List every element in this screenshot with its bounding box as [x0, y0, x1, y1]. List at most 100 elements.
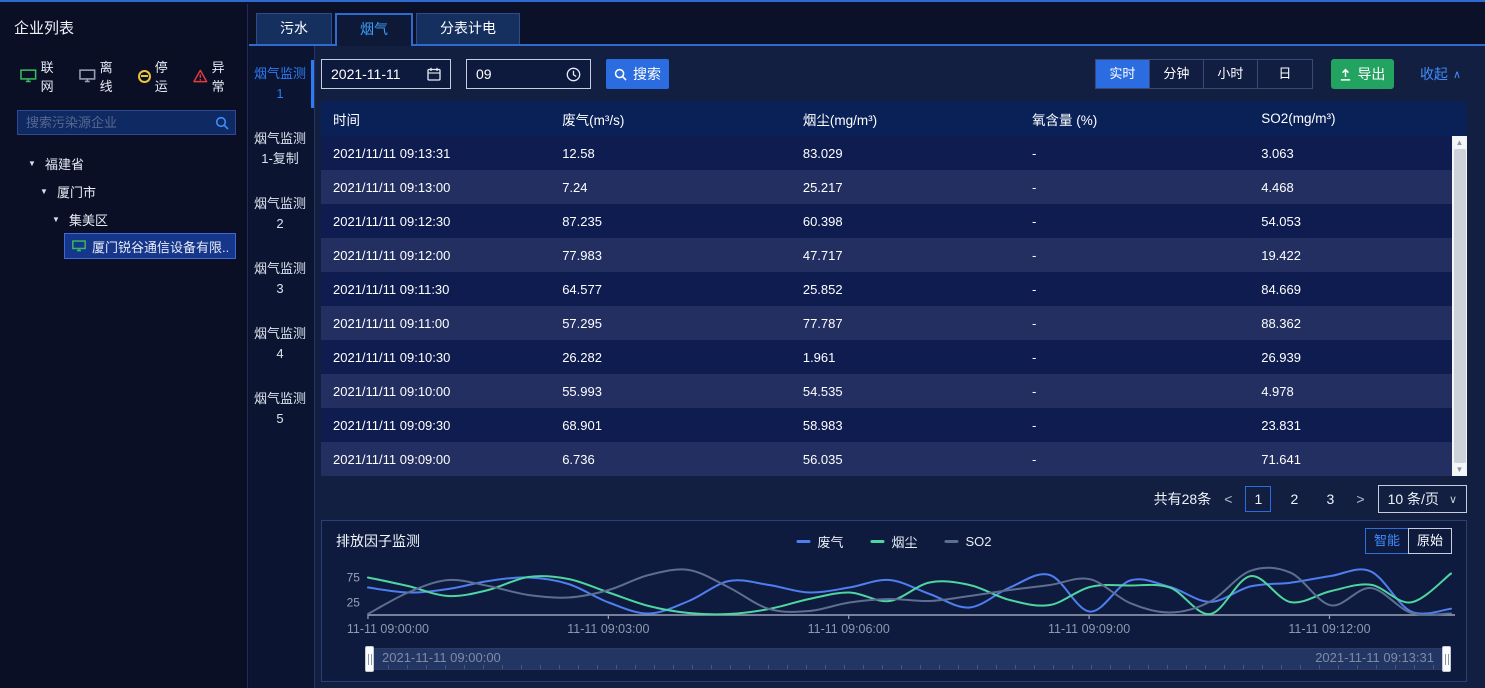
- legend-item[interactable]: SO2: [945, 534, 992, 549]
- chevron-down-icon[interactable]: ▼: [52, 215, 61, 224]
- page-size-label: 10 条/页: [1388, 489, 1439, 509]
- table-cell: 83.029: [791, 136, 1020, 170]
- tree-item-city[interactable]: ▼ 厦门市: [0, 177, 247, 205]
- table-cell: -: [1020, 374, 1249, 408]
- legend-item[interactable]: 废气: [796, 532, 843, 551]
- tree-item-company-selected[interactable]: 厦门锐谷通信设备有限...: [64, 233, 236, 259]
- prev-page-icon[interactable]: <: [1222, 491, 1234, 507]
- table-cell: 60.398: [791, 204, 1020, 238]
- table-row[interactable]: 2021/11/11 09:09:3068.90158.983-23.831: [321, 408, 1467, 442]
- tree-item-province[interactable]: ▼ 福建省: [0, 149, 247, 177]
- top-tab[interactable]: 分表计电: [416, 13, 520, 44]
- search-icon[interactable]: [209, 116, 235, 130]
- table-row[interactable]: 2021/11/11 09:12:0077.98347.717-19.422: [321, 238, 1467, 272]
- top-tab[interactable]: 烟气: [335, 13, 413, 46]
- scrollbar-thumb[interactable]: [1454, 149, 1466, 463]
- table-scrollbar[interactable]: ▲ ▼: [1452, 136, 1467, 476]
- table-cell: 55.993: [550, 374, 791, 408]
- mode-smart-button[interactable]: 智能: [1365, 528, 1409, 554]
- page-size-select[interactable]: 10 条/页 ∨: [1378, 485, 1467, 513]
- collapse-toggle[interactable]: 收起 ∧: [1420, 64, 1461, 84]
- granularity-button[interactable]: 日: [1258, 60, 1312, 88]
- table-cell: 26.282: [550, 340, 791, 374]
- page-number[interactable]: 3: [1317, 486, 1343, 512]
- table-cell: 54.053: [1249, 204, 1467, 238]
- query-toolbar: 搜索 实时分钟小时日 导出 收起: [321, 46, 1467, 101]
- table-cell: 26.939: [1249, 340, 1467, 374]
- legend-dash-icon: [945, 540, 959, 543]
- granularity-button[interactable]: 分钟: [1150, 60, 1204, 88]
- tab-bar: 污水烟气分表计电: [249, 4, 1485, 46]
- table-cell: -: [1020, 340, 1249, 374]
- table-cell: -: [1020, 238, 1249, 272]
- table-cell: -: [1020, 170, 1249, 204]
- legend-item[interactable]: 烟尘: [870, 532, 917, 551]
- export-button[interactable]: 导出: [1331, 59, 1394, 89]
- time-range-slider[interactable]: 2021-11-11 09:00:00 2021-11-11 09:13:31: [368, 648, 1448, 670]
- legend-dash-icon: [796, 540, 810, 543]
- calendar-icon: [427, 67, 441, 81]
- next-page-icon[interactable]: >: [1354, 491, 1366, 507]
- chevron-up-icon: ∧: [1453, 68, 1461, 81]
- date-input[interactable]: [331, 66, 427, 82]
- table-row[interactable]: 2021/11/11 09:10:3026.2821.961-26.939: [321, 340, 1467, 374]
- mode-raw-button[interactable]: 原始: [1408, 528, 1452, 554]
- monitor-online-icon: [72, 240, 86, 252]
- table-cell: 47.717: [791, 238, 1020, 272]
- line-chart[interactable]: 257511-11 09:00:0011-11 09:03:0011-11 09…: [332, 557, 1456, 645]
- scroll-up-icon[interactable]: ▲: [1456, 136, 1464, 149]
- granularity-button[interactable]: 实时: [1096, 60, 1150, 88]
- legend-label: 废气: [817, 532, 843, 551]
- tree-label: 福建省: [45, 154, 84, 173]
- slider-handle-left[interactable]: [365, 646, 374, 672]
- chart-mode-group: 智能 原始: [1365, 528, 1452, 554]
- table-cell: 88.362: [1249, 306, 1467, 340]
- table-row[interactable]: 2021/11/11 09:10:0055.99354.535-4.978: [321, 374, 1467, 408]
- monitor-tab-strip: 烟气监测1 烟气监测1-复制烟气监测2 烟气监测3 烟气监测4 烟气监测5: [249, 46, 315, 688]
- monitor-tab[interactable]: 烟气监测1-复制: [249, 125, 314, 173]
- enterprise-search-input[interactable]: [18, 115, 209, 130]
- table-cell: 19.422: [1249, 238, 1467, 272]
- column-header: 时间: [321, 101, 550, 136]
- table-row[interactable]: 2021/11/11 09:13:3112.5883.029-3.063: [321, 136, 1467, 170]
- table-body: 2021/11/11 09:13:3112.5883.029-3.0632021…: [321, 136, 1467, 476]
- monitor-tab[interactable]: 烟气监测3: [249, 255, 314, 303]
- hour-picker[interactable]: [466, 59, 591, 89]
- date-picker[interactable]: [321, 59, 451, 89]
- table-row[interactable]: 2021/11/11 09:11:3064.57725.852-84.669: [321, 272, 1467, 306]
- enterprise-tree: ▼ 福建省 ▼ 厦门市 ▼ 集美区 厦门锐谷通信设备有限...: [0, 149, 247, 259]
- table-cell: -: [1020, 204, 1249, 238]
- table-cell: 2021/11/11 09:12:00: [321, 238, 550, 272]
- data-table-wrap: 时间废气(m³/s)烟尘(mg/m³)氧含量 (%)SO2(mg/m³) 202…: [321, 101, 1467, 476]
- chevron-down-icon[interactable]: ▼: [40, 187, 49, 196]
- svg-text:25: 25: [347, 595, 361, 609]
- page-number[interactable]: 2: [1281, 486, 1307, 512]
- table-cell: 1.961: [791, 340, 1020, 374]
- app-window: 企业列表 联网 离线 停运: [0, 0, 1485, 688]
- svg-text:11-11 09:09:00: 11-11 09:09:00: [1048, 622, 1130, 636]
- slider-handle-right[interactable]: [1442, 646, 1451, 672]
- table-row[interactable]: 2021/11/11 09:09:006.73656.035-71.641: [321, 442, 1467, 476]
- column-header: SO2(mg/m³): [1249, 101, 1467, 136]
- monitor-tab[interactable]: 烟气监测5: [249, 385, 314, 433]
- table-cell: 2021/11/11 09:09:30: [321, 408, 550, 442]
- monitor-tab[interactable]: 烟气监测1: [249, 60, 314, 108]
- monitor-tab[interactable]: 烟气监测2: [249, 190, 314, 238]
- table-cell: 77.983: [550, 238, 791, 272]
- monitor-tab[interactable]: 烟气监测4: [249, 320, 314, 368]
- top-tab[interactable]: 污水: [256, 13, 332, 44]
- chevron-down-icon[interactable]: ▼: [28, 159, 37, 168]
- scroll-down-icon[interactable]: ▼: [1456, 463, 1464, 476]
- table-row[interactable]: 2021/11/11 09:13:007.2425.217-4.468: [321, 170, 1467, 204]
- table-row[interactable]: 2021/11/11 09:12:3087.23560.398-54.053: [321, 204, 1467, 238]
- hour-input[interactable]: [476, 66, 566, 82]
- table-cell: 7.24: [550, 170, 791, 204]
- tree-item-district[interactable]: ▼ 集美区: [0, 205, 247, 233]
- page-number[interactable]: 1: [1245, 486, 1271, 512]
- chart-title: 排放因子监测: [336, 531, 420, 551]
- table-row[interactable]: 2021/11/11 09:11:0057.29577.787-88.362: [321, 306, 1467, 340]
- table-cell: 2021/11/11 09:13:31: [321, 136, 550, 170]
- granularity-button[interactable]: 小时: [1204, 60, 1258, 88]
- chevron-down-icon: ∨: [1449, 493, 1457, 506]
- search-button[interactable]: 搜索: [606, 59, 669, 89]
